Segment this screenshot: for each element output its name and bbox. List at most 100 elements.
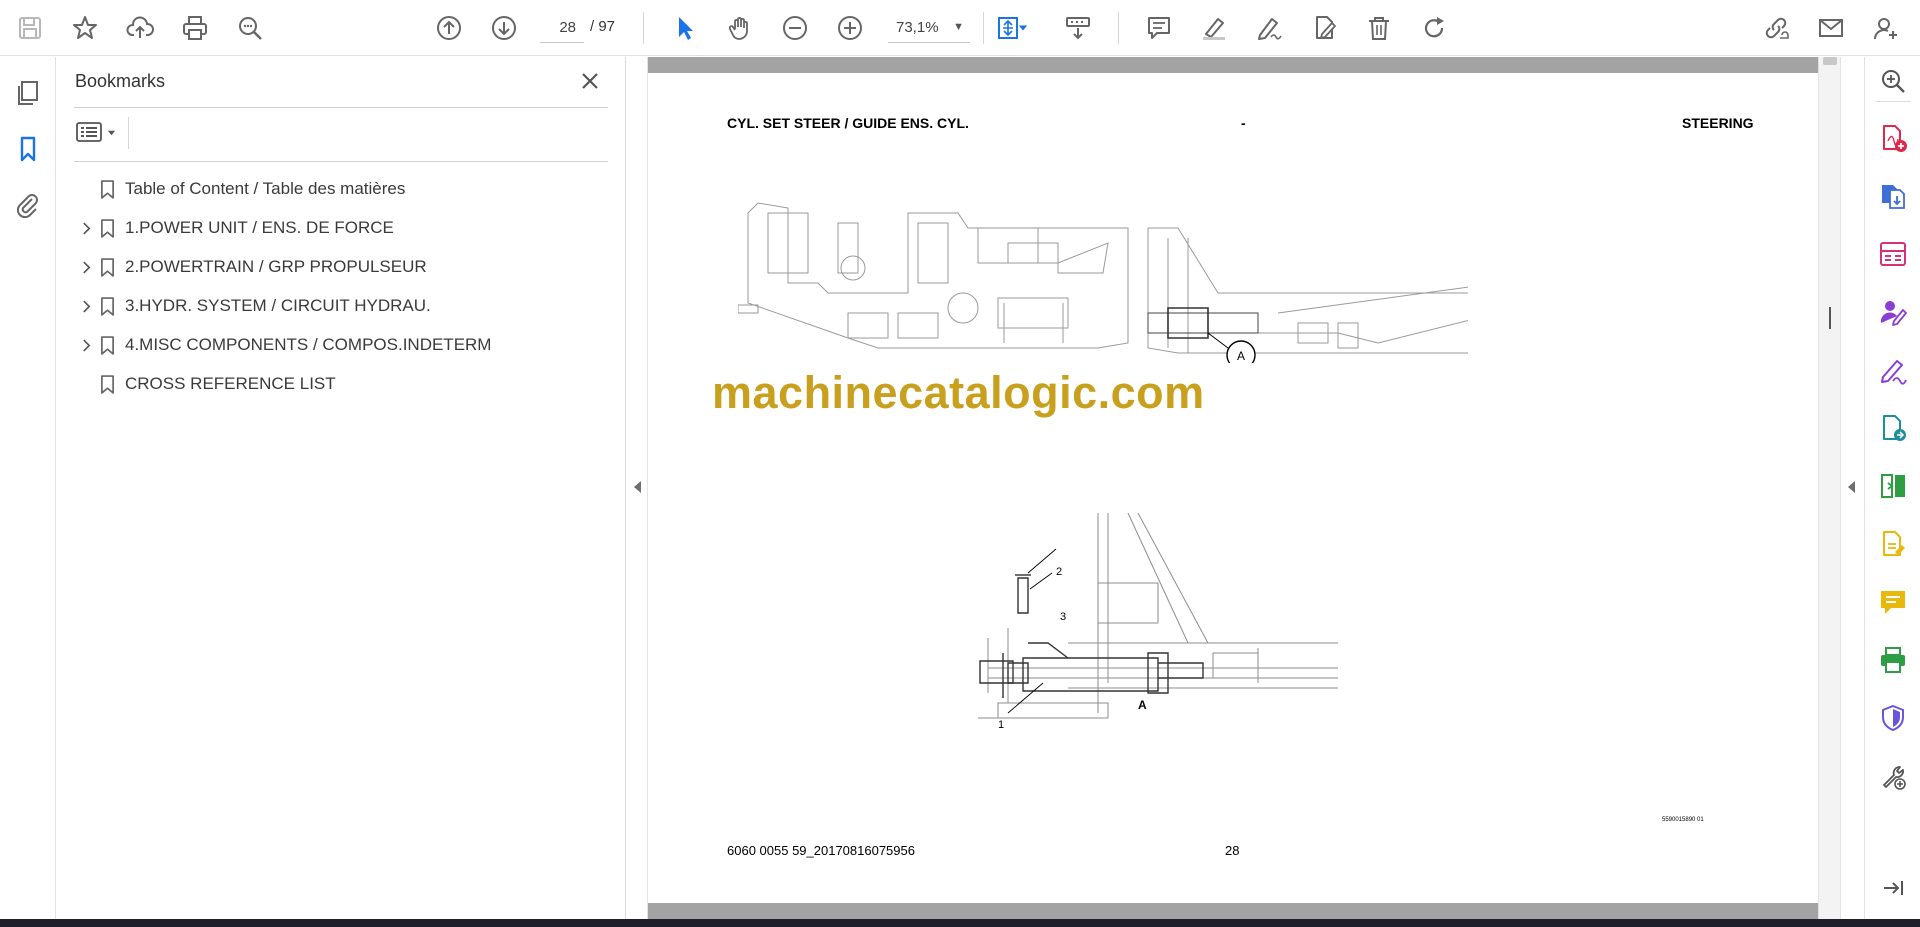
divider bbox=[128, 117, 129, 149]
page-footer-page-number: 28 bbox=[1225, 843, 1240, 858]
request-signatures-icon[interactable] bbox=[1877, 296, 1909, 328]
divider bbox=[74, 161, 608, 162]
chevron-down-icon[interactable] bbox=[1015, 10, 1031, 46]
chevron-right-icon[interactable] bbox=[78, 335, 94, 355]
bookmark-label: 4.MISC COMPONENTS / COMPOS.INDETERM bbox=[125, 335, 492, 354]
save-icon[interactable] bbox=[12, 10, 48, 46]
bookmark-icon bbox=[96, 333, 118, 357]
bookmark-icon bbox=[96, 294, 118, 318]
list-options-icon bbox=[76, 122, 102, 142]
bookmark-item-misc-components[interactable]: 4.MISC COMPONENTS / COMPOS.INDETERM bbox=[74, 325, 608, 364]
share-link-icon[interactable] bbox=[1758, 10, 1794, 46]
chevron-right-icon[interactable] bbox=[78, 257, 94, 277]
bookmark-item-powertrain[interactable]: 2.POWERTRAIN / GRP PROPULSEUR bbox=[74, 247, 608, 286]
right-tools-rail bbox=[1864, 57, 1920, 919]
next-page-icon[interactable] bbox=[486, 10, 522, 46]
watermark-text: machinecatalogic.com bbox=[712, 367, 1205, 418]
comment-tool-icon[interactable] bbox=[1877, 586, 1909, 618]
toolbar-divider bbox=[1118, 12, 1119, 44]
document-viewport[interactable]: CYL. SET STEER / GUIDE ENS. CYL. - STEER… bbox=[648, 57, 1840, 919]
edit-document-icon[interactable] bbox=[1306, 10, 1342, 46]
close-icon[interactable] bbox=[576, 67, 604, 95]
toolbar-divider bbox=[643, 12, 644, 44]
bookmark-options-button[interactable] bbox=[76, 117, 126, 147]
select-cursor-icon[interactable] bbox=[667, 10, 703, 46]
vertical-scrollbar[interactable] bbox=[1818, 57, 1840, 919]
bookmark-icon bbox=[96, 216, 118, 240]
bookmark-item-cross-reference[interactable]: CROSS REFERENCE LIST bbox=[74, 364, 608, 403]
bookmark-label: 3.HYDR. SYSTEM / CIRCUIT HYDRAU. bbox=[125, 296, 431, 315]
main-toolbar: / 97 73,1% ▼ bbox=[0, 0, 1920, 56]
scroll-position-marker bbox=[1829, 307, 1831, 329]
comment-icon[interactable] bbox=[1141, 10, 1177, 46]
toolbar-divider bbox=[983, 12, 984, 44]
detail-a-drawing: 3 2 1 A bbox=[978, 513, 1338, 731]
find-zoom-icon[interactable] bbox=[232, 10, 268, 46]
callout-a-label: A bbox=[1237, 349, 1245, 363]
protect-document-icon[interactable] bbox=[1877, 528, 1909, 560]
hand-tool-icon[interactable] bbox=[722, 10, 758, 46]
part-callout-1: 1 bbox=[998, 719, 1004, 731]
bookmark-label: 2.POWERTRAIN / GRP PROPULSEUR bbox=[125, 257, 427, 276]
collapse-panel-icon[interactable] bbox=[634, 481, 641, 493]
draw-sign-icon[interactable] bbox=[1251, 10, 1287, 46]
previous-page-icon[interactable] bbox=[431, 10, 467, 46]
chevron-right-icon[interactable] bbox=[78, 218, 94, 238]
rotate-icon[interactable] bbox=[1416, 10, 1452, 46]
email-icon[interactable] bbox=[1813, 10, 1849, 46]
right-panel-splitter[interactable] bbox=[1840, 57, 1864, 919]
export-pdf-icon[interactable] bbox=[1877, 180, 1909, 212]
zoom-level-dropdown[interactable]: 73,1% ▼ bbox=[888, 13, 970, 43]
bookmark-item-power-unit[interactable]: 1.POWER UNIT / ENS. DE FORCE bbox=[74, 208, 608, 247]
bookmark-icon bbox=[96, 372, 118, 396]
expand-panel-icon[interactable] bbox=[1848, 481, 1855, 493]
more-tools-icon[interactable] bbox=[1877, 760, 1909, 792]
attachments-icon[interactable] bbox=[10, 187, 46, 223]
page-footer-document-id: 6060 0055 59_20170816075956 bbox=[727, 843, 915, 858]
organize-pages-icon[interactable] bbox=[1877, 238, 1909, 270]
bookmarks-icon[interactable] bbox=[10, 131, 46, 167]
star-icon[interactable] bbox=[67, 10, 103, 46]
bookmark-icon bbox=[96, 255, 118, 279]
delete-icon[interactable] bbox=[1361, 10, 1397, 46]
page-number-input[interactable] bbox=[540, 13, 584, 43]
zoom-out-icon[interactable] bbox=[777, 10, 813, 46]
chevron-down-icon bbox=[107, 130, 116, 135]
scrollbar-thumb[interactable] bbox=[1823, 57, 1837, 65]
upload-cloud-icon[interactable] bbox=[122, 10, 158, 46]
left-panel-splitter[interactable] bbox=[626, 57, 648, 919]
zoom-in-icon[interactable] bbox=[832, 10, 868, 46]
search-zoom-icon[interactable] bbox=[1877, 65, 1909, 97]
bookmark-label: Table of Content / Table des matières bbox=[125, 179, 406, 198]
detail-a-label: A bbox=[1138, 698, 1147, 712]
create-pdf-icon[interactable] bbox=[1877, 122, 1909, 154]
page-header-section: STEERING bbox=[1682, 115, 1754, 131]
send-for-review-icon[interactable] bbox=[1877, 412, 1909, 444]
os-taskbar bbox=[0, 919, 1920, 927]
bookmark-item-table-of-content[interactable]: Table of Content / Table des matières bbox=[74, 169, 608, 208]
drawing-id: 5590015890 01 bbox=[1662, 817, 1704, 823]
page-header-title: CYL. SET STEER / GUIDE ENS. CYL. bbox=[727, 115, 969, 131]
compare-files-icon[interactable] bbox=[1877, 470, 1909, 502]
fill-sign-icon[interactable] bbox=[1877, 354, 1909, 386]
bookmark-item-hydr-system[interactable]: 3.HYDR. SYSTEM / CIRCUIT HYDRAU. bbox=[74, 286, 608, 325]
pdf-page: CYL. SET STEER / GUIDE ENS. CYL. - STEER… bbox=[648, 73, 1818, 903]
highlight-pen-icon[interactable] bbox=[1196, 10, 1232, 46]
bookmark-label: CROSS REFERENCE LIST bbox=[125, 374, 336, 393]
page-thumbnails-icon[interactable] bbox=[10, 75, 46, 111]
page-gap bbox=[648, 57, 1818, 73]
machine-overview-drawing: A bbox=[738, 202, 1468, 363]
bookmark-label: 1.POWER UNIT / ENS. DE FORCE bbox=[125, 218, 394, 237]
scroll-mode-icon[interactable] bbox=[1060, 10, 1096, 46]
bookmarks-panel-title: Bookmarks bbox=[75, 71, 166, 91]
collapse-tools-icon[interactable] bbox=[1877, 872, 1909, 904]
account-add-icon[interactable] bbox=[1868, 10, 1904, 46]
print-production-icon[interactable] bbox=[1877, 644, 1909, 676]
chevron-right-icon[interactable] bbox=[78, 296, 94, 316]
print-icon[interactable] bbox=[177, 10, 213, 46]
zoom-level-value: 73,1% bbox=[896, 19, 939, 36]
part-callout-3: 3 bbox=[1060, 611, 1066, 623]
page-gap bbox=[648, 903, 1818, 919]
protect-shield-icon[interactable] bbox=[1877, 702, 1909, 734]
bookmark-icon bbox=[96, 177, 118, 201]
